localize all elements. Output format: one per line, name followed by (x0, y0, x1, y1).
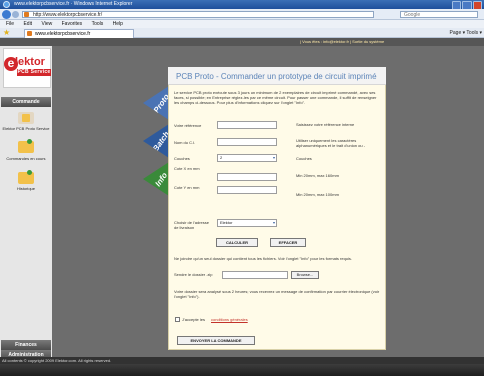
window-controls (452, 1, 482, 10)
tab-info-label: Info (153, 170, 169, 188)
tab-elektor[interactable]: www.elektorpcbservice.fr (24, 29, 134, 38)
pcb-service-icon[interactable] (18, 112, 34, 124)
tab-favicon-icon (27, 31, 32, 36)
forward-arrow-icon[interactable] (12, 11, 19, 18)
terms-link[interactable]: conditions générales (211, 317, 257, 323)
menu-favorites[interactable]: Favorites (62, 21, 83, 27)
menu-tools[interactable]: Tools (92, 21, 104, 27)
sidebar-header-commande[interactable]: Commande (1, 97, 51, 107)
folder-icon[interactable] (18, 139, 34, 153)
upload-note: Ne joindre qu'un seul dossier qui contie… (174, 256, 353, 261)
field-label-couches: Couches (174, 156, 190, 161)
ie-icon (3, 1, 10, 8)
menu-edit[interactable]: Edit (23, 21, 32, 27)
field-label-cote-x: Cote X en mm (174, 166, 200, 171)
site-favicon-icon (24, 12, 29, 17)
logo-wordmark: lektor (15, 56, 45, 68)
cote-y-input[interactable] (217, 186, 277, 194)
accept-terms-checkbox[interactable] (175, 317, 180, 322)
search-input[interactable]: Google (400, 11, 478, 18)
sidebar-item-historique[interactable]: Historique (2, 186, 50, 210)
logo-subtitle: PCB Service (17, 69, 51, 76)
hint-couches: Couches (296, 156, 312, 161)
command-bar[interactable]: Page ▾ Tools ▾ (392, 29, 482, 37)
confirmation-note: Votre dossier sera analysé sous 2 heures… (174, 289, 380, 299)
accept-terms-text: J'accepte les (182, 317, 205, 322)
menu-bar: File Edit View Favorites Tools Help (0, 20, 484, 28)
calculate-button[interactable]: CALCULER (216, 238, 258, 247)
field-label-livraison: Choisir de l'adresse de livraison (174, 220, 210, 230)
nom-ci-input[interactable] (217, 138, 277, 146)
upload-label: Sendre le dossier .zip (174, 272, 213, 277)
menu-view[interactable]: View (41, 21, 52, 27)
menu-file[interactable]: File (6, 21, 14, 27)
submit-order-button[interactable]: ENVOYER LA COMMANDE (177, 336, 255, 345)
hint-cote-x: Min 20mm, max 160mm (296, 173, 339, 178)
browse-button[interactable]: Browse... (291, 271, 319, 279)
cote-x-input[interactable] (217, 173, 277, 181)
favorites-star-icon[interactable]: ★ (3, 29, 11, 37)
folder-history-icon[interactable] (18, 170, 34, 184)
intro-text: Le service PCB proto exécute sous 3 jour… (174, 90, 377, 105)
delivery-select[interactable]: Elektor (217, 219, 277, 227)
field-label-cote-y: Cote Y en mm (174, 185, 200, 190)
field-label-nom-ci: Nom du C.I. (174, 140, 196, 145)
footer-copyright: All contents © copyright 2009 Elektor.co… (0, 357, 484, 364)
field-label-reference: Votre référence (174, 123, 202, 128)
hint-nom-ci: Utiliser uniquement les caractères alpha… (296, 138, 366, 148)
window-titlebar: www.elektorpcbservice.fr · Windows Inter… (0, 0, 484, 9)
taskbar (0, 364, 484, 376)
hint-cote-y: Min 20mm, max 100mm (296, 192, 339, 197)
menu-help[interactable]: Help (113, 21, 123, 27)
address-bar[interactable]: http://www.elektorpcbservice.fr/ (22, 11, 374, 18)
back-arrow-icon[interactable] (2, 10, 11, 19)
couches-select[interactable]: 2 (217, 154, 277, 162)
page-title: PCB Proto - Commander un prototype de ci… (176, 72, 377, 81)
sidebar-finances[interactable]: Finances (1, 340, 51, 350)
clear-button[interactable]: EFFACER (270, 238, 306, 247)
hint-reference: Saisissez votre référence interne (296, 122, 355, 127)
user-session-text[interactable]: | Vous êtes : info@elektor.fr | Sortie d… (300, 38, 484, 46)
reference-input[interactable] (217, 121, 277, 129)
file-path-input[interactable] (222, 271, 288, 279)
